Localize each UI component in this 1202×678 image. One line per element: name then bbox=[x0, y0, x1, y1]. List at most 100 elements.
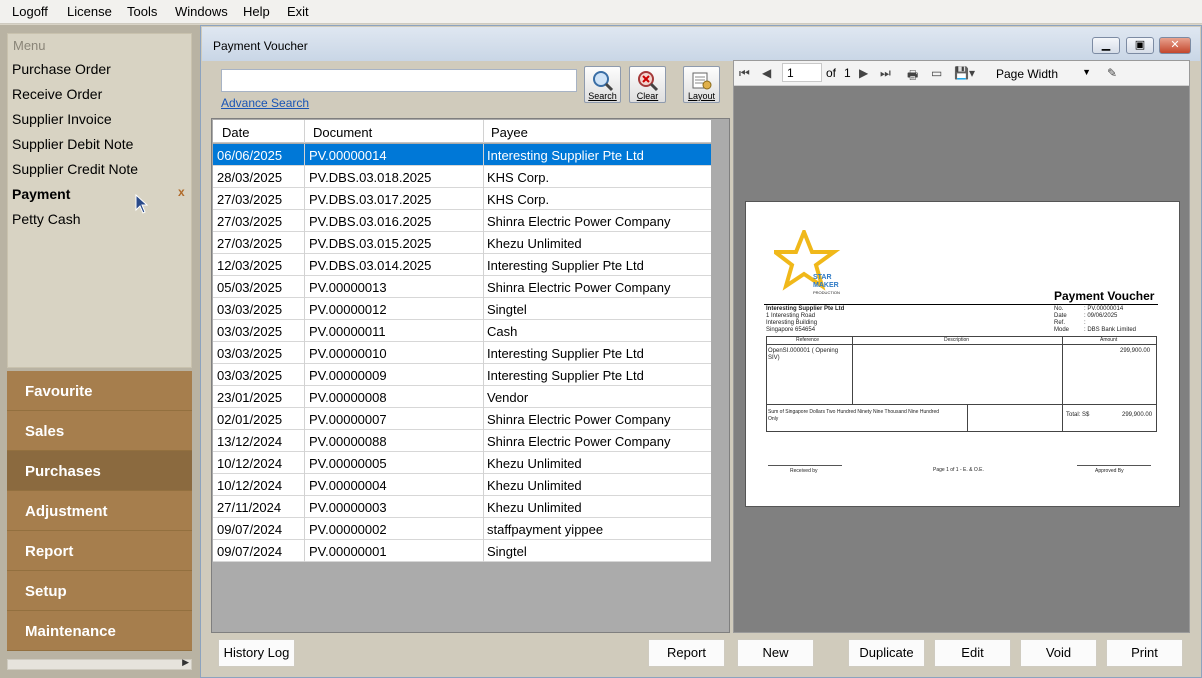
table-row[interactable]: 27/03/2025 PV.DBS.03.015.2025 Khezu Unlimi… bbox=[213, 232, 711, 254]
menu-help[interactable]: Help bbox=[243, 4, 270, 19]
menu-windows[interactable]: Windows bbox=[175, 4, 228, 19]
menu-item-purchase-order[interactable]: Purchase Order bbox=[12, 61, 111, 77]
menu-logoff[interactable]: Logoff bbox=[12, 4, 48, 19]
report-button[interactable]: Report bbox=[648, 639, 725, 667]
menu-license[interactable]: License bbox=[67, 4, 112, 19]
history-log-button[interactable]: History Log bbox=[218, 639, 295, 667]
menu-item-supplier-credit-note[interactable]: Supplier Credit Note bbox=[12, 161, 138, 177]
logo-text-production: PRODUCTION bbox=[813, 290, 840, 295]
menu-exit[interactable]: Exit bbox=[287, 4, 309, 19]
menu-item-supplier-debit-note[interactable]: Supplier Debit Note bbox=[12, 136, 133, 152]
table-row[interactable]: 23/01/2025 PV.00000008 Vendor bbox=[213, 386, 711, 408]
table-row[interactable]: 05/03/2025 PV.00000013 Shinra Electric Pow… bbox=[213, 276, 711, 298]
column-header-payee[interactable]: Payee bbox=[491, 125, 528, 140]
zoom-select[interactable]: Page Width ▼ bbox=[990, 63, 1096, 83]
duplicate-button[interactable]: Duplicate bbox=[848, 639, 925, 667]
next-page-icon[interactable]: ▶ bbox=[859, 66, 868, 80]
nav-purchases[interactable]: Purchases bbox=[7, 451, 192, 491]
menu-tools[interactable]: Tools bbox=[127, 4, 157, 19]
line-reference: OpenSI.000001 ( Opening SIV) bbox=[768, 348, 839, 361]
page-setup-icon[interactable]: ▭ bbox=[931, 66, 942, 80]
advance-search-link[interactable]: Advance Search bbox=[221, 96, 309, 110]
nav-maintenance[interactable]: Maintenance bbox=[7, 611, 192, 651]
column-header-document[interactable]: Document bbox=[313, 125, 372, 140]
table-header-description: Description bbox=[944, 337, 970, 343]
table-row[interactable]: 06/06/2025 PV.00000014 Interesting Supplie… bbox=[213, 144, 711, 166]
clear-button[interactable]: Clear bbox=[629, 66, 666, 103]
cell-date: 10/12/2024 bbox=[217, 478, 283, 493]
nav-report[interactable]: Report bbox=[7, 531, 192, 571]
first-page-icon[interactable]: ⏮ bbox=[739, 66, 750, 81]
new-button[interactable]: New bbox=[737, 639, 814, 667]
edit-button[interactable]: Edit bbox=[934, 639, 1011, 667]
nav-favourite[interactable]: Favourite bbox=[7, 371, 192, 411]
table-row[interactable]: 10/12/2024 PV.00000005 Khezu Unlimited bbox=[213, 452, 711, 474]
edit-report-icon[interactable]: ✎ bbox=[1107, 66, 1117, 80]
restore-button[interactable]: ▣ bbox=[1126, 37, 1154, 54]
search-button[interactable]: Search bbox=[584, 66, 621, 103]
print-button[interactable]: Print bbox=[1106, 639, 1183, 667]
cell-payee: Shinra Electric Power Company bbox=[487, 280, 671, 295]
close-menu-item-icon[interactable]: x bbox=[178, 185, 185, 199]
minimize-button[interactable]: ▁ bbox=[1092, 37, 1120, 54]
page-of-label: of bbox=[826, 66, 837, 80]
left-scrollbar[interactable]: ▶ bbox=[7, 657, 192, 670]
table-row[interactable]: 28/03/2025 PV.DBS.03.018.2025 KHS Corp. bbox=[213, 166, 711, 188]
nav-sales[interactable]: Sales bbox=[7, 411, 192, 451]
cell-document: PV.00000013 bbox=[309, 280, 387, 295]
table-row[interactable]: 27/11/2024 PV.00000003 Khezu Unlimited bbox=[213, 496, 711, 518]
table-row[interactable]: 03/03/2025 PV.00000009 Interesting Supplie… bbox=[213, 364, 711, 386]
menu-item-petty-cash[interactable]: Petty Cash bbox=[12, 211, 80, 227]
table-row[interactable]: 12/03/2025 PV.DBS.03.014.2025 Interesting … bbox=[213, 254, 711, 276]
left-panel: Menu Purchase Order Receive Order Suppli… bbox=[0, 25, 200, 678]
search-button-label: Search bbox=[588, 91, 617, 101]
menu-item-receive-order[interactable]: Receive Order bbox=[12, 86, 102, 102]
table-row[interactable]: 27/03/2025 PV.DBS.03.016.2025 Shinra Elect… bbox=[213, 210, 711, 232]
cell-document: PV.00000088 bbox=[309, 434, 387, 449]
prev-page-icon[interactable]: ◀ bbox=[762, 66, 771, 80]
cell-document: PV.00000008 bbox=[309, 390, 387, 405]
table-row[interactable]: 03/03/2025 PV.00000011 Cash bbox=[213, 320, 711, 342]
window-titlebar: Payment Voucher ▁ ▣ ✕ bbox=[202, 27, 1200, 61]
cell-date: 10/12/2024 bbox=[217, 456, 283, 471]
report-preview: ⏮ ◀ 1 of 1 ▶ ⏭ 🖶 ▭ 💾▾ Page Width ▼ ✎ STA… bbox=[733, 60, 1190, 633]
table-row[interactable]: 09/07/2024 PV.00000002 staffpayment yippee bbox=[213, 518, 711, 540]
cell-date: 12/03/2025 bbox=[217, 258, 283, 273]
last-page-icon[interactable]: ⏭ bbox=[880, 66, 891, 81]
search-input[interactable] bbox=[221, 69, 577, 92]
table-row[interactable]: 03/03/2025 PV.00000010 Interesting Supplie… bbox=[213, 342, 711, 364]
cell-payee: KHS Corp. bbox=[487, 170, 550, 185]
nav-adjustment[interactable]: Adjustment bbox=[7, 491, 192, 531]
page-number-input[interactable]: 1 bbox=[782, 63, 822, 82]
print-icon[interactable]: 🖶 bbox=[907, 66, 918, 87]
void-button[interactable]: Void bbox=[1020, 639, 1097, 667]
meta-value-ref: : bbox=[1084, 320, 1086, 326]
column-header-date[interactable]: Date bbox=[222, 125, 249, 140]
table-row[interactable]: 03/03/2025 PV.00000012 Singtel bbox=[213, 298, 711, 320]
table-header-amount: Amount bbox=[1100, 337, 1118, 343]
table-row[interactable]: 02/01/2025 PV.00000007 Shinra Electric Pow… bbox=[213, 408, 711, 430]
grid-header: Date Document Payee bbox=[213, 120, 711, 143]
cell-document: PV.DBS.03.014.2025 bbox=[309, 258, 432, 273]
close-button[interactable]: ✕ bbox=[1159, 37, 1191, 54]
table-row[interactable]: 13/12/2024 PV.00000088 Shinra Electric Pow… bbox=[213, 430, 711, 452]
export-icon[interactable]: 💾▾ bbox=[954, 66, 975, 80]
cell-date: 09/07/2024 bbox=[217, 544, 283, 559]
approved-by-label: Approved By bbox=[1095, 468, 1124, 474]
table-row[interactable]: 09/07/2024 PV.00000001 Singtel bbox=[213, 540, 711, 562]
table-row[interactable]: 10/12/2024 PV.00000004 Khezu Unlimited bbox=[213, 474, 711, 496]
menu-item-supplier-invoice[interactable]: Supplier Invoice bbox=[12, 111, 112, 127]
layout-button-label: Layout bbox=[687, 91, 716, 101]
layout-button[interactable]: Layout bbox=[683, 66, 720, 103]
search-icon bbox=[593, 71, 614, 92]
menu-item-payment[interactable]: Payment bbox=[12, 186, 70, 202]
scroll-right-icon[interactable]: ▶ bbox=[182, 657, 189, 668]
cell-date: 03/03/2025 bbox=[217, 368, 283, 383]
cell-document: PV.00000010 bbox=[309, 346, 387, 361]
cell-document: PV.00000009 bbox=[309, 368, 387, 383]
cell-payee: Interesting Supplier Pte Ltd bbox=[487, 148, 644, 163]
table-row[interactable]: 27/03/2025 PV.DBS.03.017.2025 KHS Corp. bbox=[213, 188, 711, 210]
nav-setup[interactable]: Setup bbox=[7, 571, 192, 611]
chevron-down-icon: ▼ bbox=[1082, 67, 1091, 77]
amount-in-words: Sum of Singapore Dollars Two Hundred Nin… bbox=[768, 409, 940, 422]
